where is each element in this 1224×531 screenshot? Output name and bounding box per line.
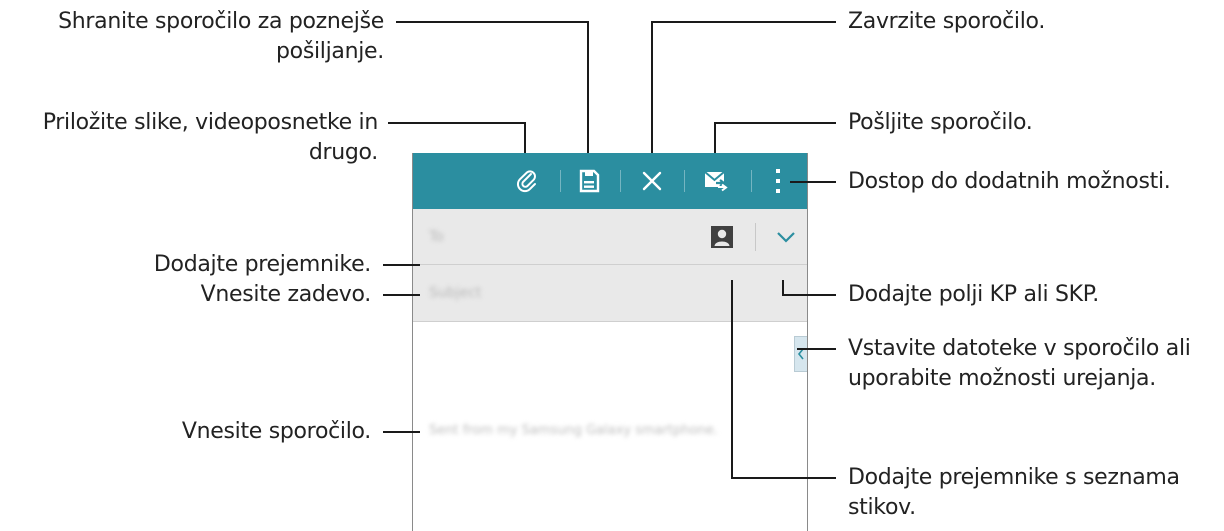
callout-enter-subject: Vnesite zadevo. [200,282,372,307]
callout-attach: Priložite slike, videoposnetke in drugo. [42,108,379,168]
callout-add-cc-bcc: Dodajte polji KP ali SKP. [848,282,1099,307]
callout-line-save [396,21,589,153]
callout-line-discard [651,21,836,153]
callout-contacts: Dodajte prejemnike s seznama stikov. [848,463,1180,523]
callout-send: Pošljite sporočilo. [848,110,1033,135]
callout-save-line2: pošiljanje. [276,39,384,64]
callout-insert-files: Vstavite datoteke v sporočilo ali uporab… [848,334,1191,394]
callout-line-send [714,122,836,153]
callout-contacts-line2: stikov. [848,495,916,520]
callout-add-recipients: Dodajte prejemnike. [153,252,371,277]
callout-line-attach [388,122,526,153]
callout-insert-line2: uporabite možnosti urejanja. [848,366,1156,391]
callout-line-ccbcc [782,280,836,296]
callout-discard: Zavrzite sporočilo. [848,9,1046,34]
callout-attach-line2: drugo. [308,140,378,165]
callout-insert-line1: Vstavite datoteke v sporočilo ali [848,336,1191,361]
callout-contacts-line1: Dodajte prejemnike s seznama [848,465,1180,490]
callout-more-options: Dostop do dodatnih možnosti. [848,169,1171,194]
callout-enter-message: Vnesite sporočilo. [181,419,371,444]
callout-line-contacts [731,280,836,479]
callout-save-line1: Shranite sporočilo za poznejše [58,9,384,34]
callout-save-draft: Shranite sporočilo za poznejše pošiljanj… [58,7,384,67]
callout-attach-line1: Priložite slike, videoposnetke in [42,110,379,135]
